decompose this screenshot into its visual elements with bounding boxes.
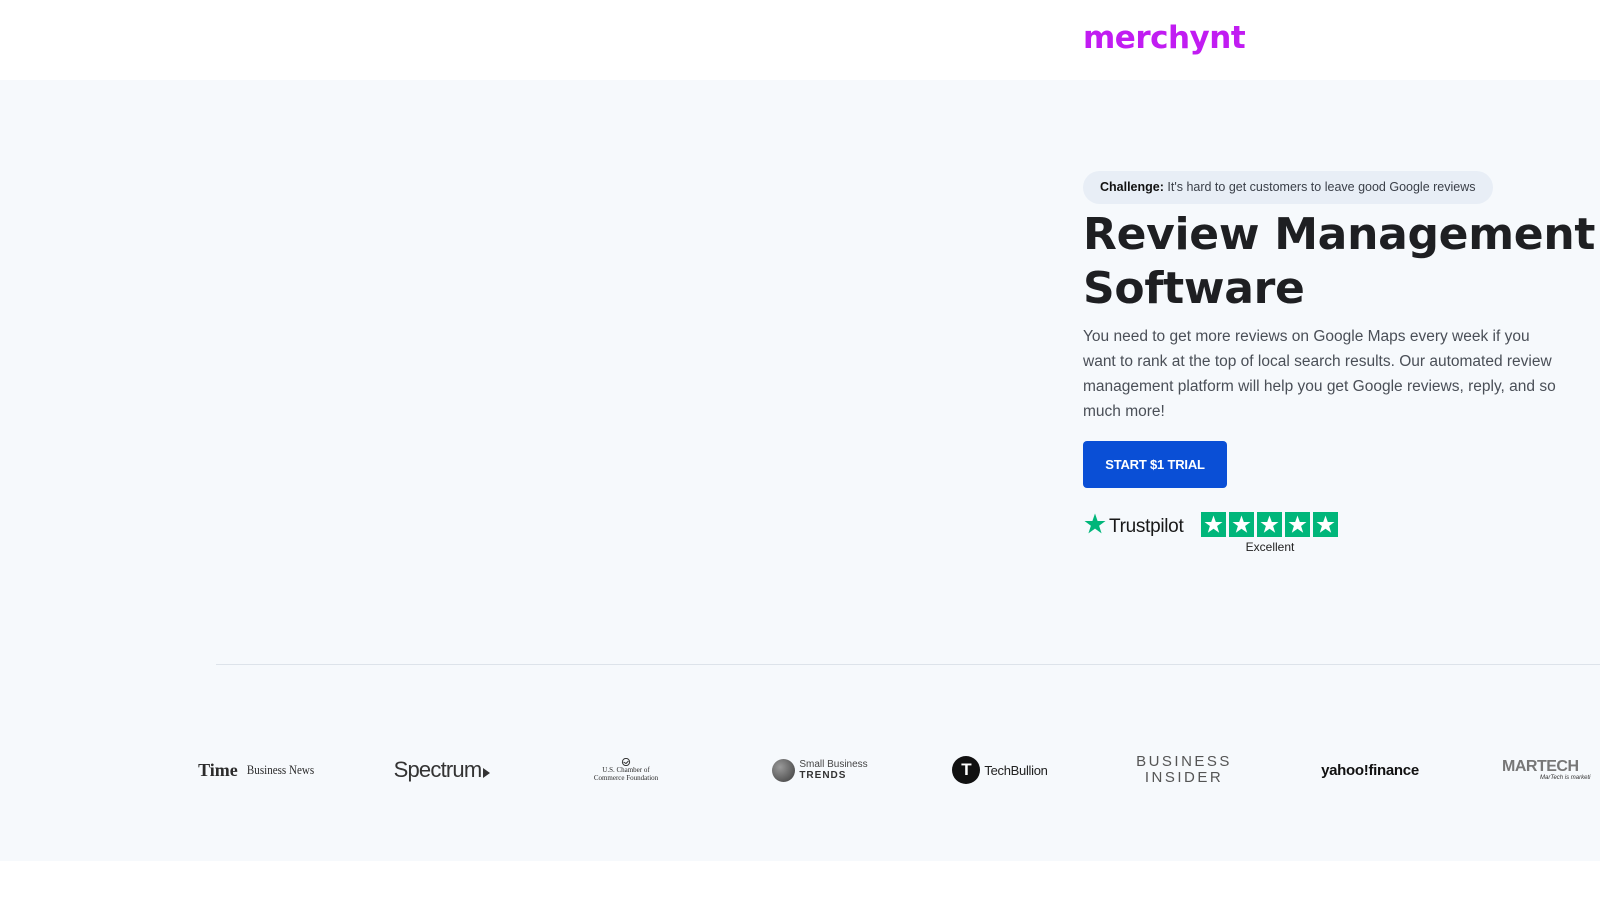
yahoo-finance-logo-text: yahoo!finance <box>1321 761 1419 779</box>
time-business-news-logo: Time Business News <box>198 740 318 800</box>
section-divider <box>216 664 1600 665</box>
trustpilot-star-icon <box>1084 513 1106 534</box>
us-chamber-line2: Commerce Foundation <box>593 774 659 782</box>
trustpilot-name: Trustpilot <box>1109 516 1184 537</box>
techbullion-logo: T TechBullion <box>950 740 1050 800</box>
martech-line1: MARTECH <box>1502 757 1579 775</box>
martech-logo: MARTECH MarTech is marketi <box>1502 740 1600 800</box>
sbt-line1: Small Business <box>799 759 868 770</box>
site-header: merchynt <box>0 0 1600 81</box>
eagle-seal-icon <box>621 758 631 766</box>
star-icon <box>1257 512 1282 537</box>
yahoo-finance-logo: yahoo!finance <box>1312 740 1428 800</box>
merchynt-logo[interactable]: merchynt <box>1083 18 1246 58</box>
hero-description: You need to get more reviews on Google M… <box>1083 328 1556 420</box>
play-arrow-icon <box>483 768 491 778</box>
trustpilot-rating-text: Excellent <box>1245 540 1295 554</box>
globe-icon <box>772 758 796 782</box>
us-chamber-line1: U.S. Chamber of <box>602 766 650 774</box>
star-icon <box>1229 512 1254 537</box>
business-news-logo-text: Business News <box>246 762 314 777</box>
techbullion-logo-text: TechBullion <box>984 762 1048 778</box>
challenge-text: It's hard to get customers to leave good… <box>1167 180 1476 194</box>
trustpilot-widget[interactable]: Trustpilot Excellent <box>1083 512 1353 562</box>
time-logo-text: Time <box>198 759 238 780</box>
us-chamber-logo: U.S. Chamber of Commerce Foundation <box>586 740 666 800</box>
hero-section: Challenge: It's hard to get customers to… <box>0 80 1600 861</box>
challenge-badge: Challenge: It's hard to get customers to… <box>1083 171 1493 204</box>
title-line-2: Software <box>1083 263 1305 314</box>
martech-line2: MarTech is marketi <box>1540 774 1591 781</box>
star-icon <box>1201 512 1226 537</box>
star-icon <box>1313 512 1338 537</box>
star-icon <box>1285 512 1310 537</box>
small-business-trends-logo: Small Business TRENDS <box>770 740 870 800</box>
spectrum-logo: Spectrum <box>383 740 501 800</box>
trustpilot-rating-stars <box>1201 512 1341 539</box>
techbullion-t-icon: T <box>952 756 981 784</box>
small-business-trends-text: Small Business TRENDS <box>799 759 867 781</box>
business-insider-logo: BUSINESS INSIDER <box>1136 740 1232 800</box>
start-trial-button[interactable]: START $1 TRIAL <box>1083 441 1227 488</box>
challenge-label: Challenge: <box>1100 180 1164 194</box>
bi-line1: BUSINESS <box>1136 753 1232 770</box>
bi-line2: INSIDER <box>1144 769 1224 786</box>
sbt-line2: TRENDS <box>799 770 847 781</box>
press-logos-row: Time Business News Spectrum U.S. Chamber… <box>0 740 1600 800</box>
title-line-1: Review Management <box>1083 209 1596 260</box>
page-title: Review Management Software <box>1083 208 1598 316</box>
spectrum-logo-text: Spectrum <box>393 757 483 782</box>
